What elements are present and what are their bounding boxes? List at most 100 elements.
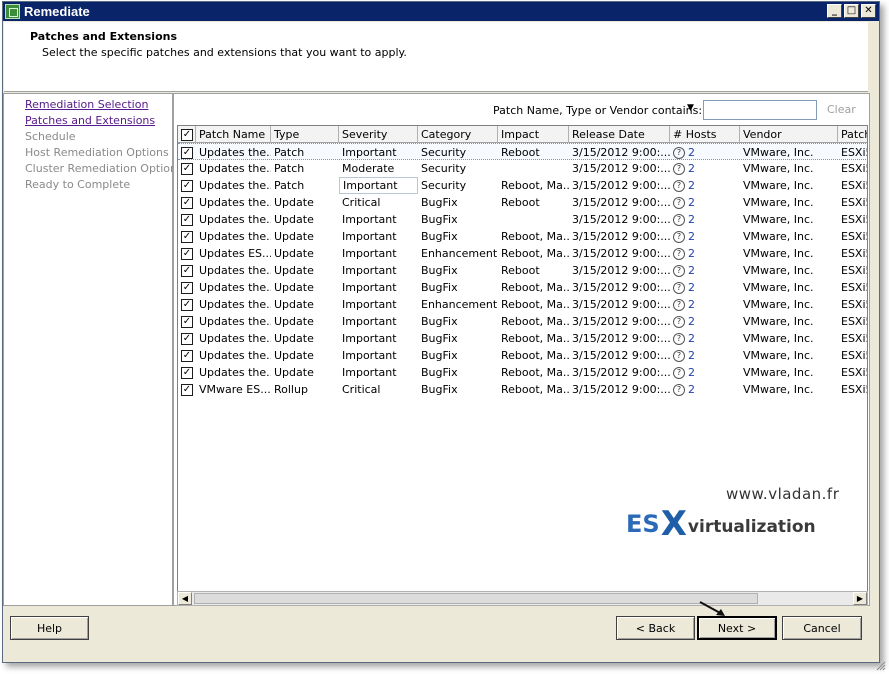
close-button[interactable]: ✕ <box>861 4 876 18</box>
column-header-hosts[interactable]: # Hosts <box>670 126 740 143</box>
row-checkbox-cell[interactable]: ✓ <box>178 296 196 313</box>
hosts-count[interactable]: 2 <box>688 196 695 209</box>
row-checkbox[interactable]: ✓ <box>181 247 193 260</box>
column-header-vendor[interactable]: Vendor <box>740 126 838 143</box>
row-checkbox[interactable]: ✓ <box>181 146 193 159</box>
hosts-count[interactable]: 2 <box>688 179 695 192</box>
scroll-left-icon[interactable]: ◀ <box>178 592 192 605</box>
row-checkbox[interactable]: ✓ <box>181 281 193 294</box>
page-subtitle: Select the specific patches and extensio… <box>42 46 407 59</box>
row-checkbox-cell[interactable]: ✓ <box>178 279 196 296</box>
clear-filter-link[interactable]: Clear <box>827 103 856 116</box>
table-row[interactable]: ✓ Updates ES... Update Important Enhancement… <box>178 245 867 262</box>
row-checkbox-cell[interactable]: ✓ <box>178 313 196 330</box>
column-header-category[interactable]: Category <box>418 126 498 143</box>
cell-release-date: 3/15/2012 9:00:... <box>572 332 670 345</box>
hosts-count[interactable]: 2 <box>688 146 695 159</box>
hosts-count[interactable]: 2 <box>688 213 695 226</box>
column-header-severity[interactable]: Severity <box>339 126 418 143</box>
row-checkbox-cell[interactable]: ✓ <box>178 211 196 228</box>
hosts-count[interactable]: 2 <box>688 349 695 362</box>
cell-patch-name: Updates the... <box>199 315 271 328</box>
row-checkbox[interactable]: ✓ <box>181 264 193 277</box>
hosts-count[interactable]: 2 <box>688 298 695 311</box>
cell-patch-name: Updates the... <box>199 264 271 277</box>
cell-impact: Reboot, Ma... <box>501 332 569 345</box>
table-row[interactable]: ✓ VMware ES... Rollup Critical BugFix Reboot,… <box>178 381 867 398</box>
nav-step-remediation-selection[interactable]: Remediation Selection <box>25 98 148 111</box>
column-header-type[interactable]: Type <box>271 126 339 143</box>
hosts-count[interactable]: 2 <box>688 366 695 379</box>
next-button[interactable]: Next > <box>697 616 777 640</box>
row-checkbox[interactable]: ✓ <box>181 315 193 328</box>
column-header-release-date[interactable]: Release Date <box>569 126 670 143</box>
row-checkbox-cell[interactable]: ✓ <box>178 330 196 347</box>
row-checkbox-cell[interactable]: ✓ <box>178 194 196 211</box>
help-button[interactable]: Help <box>10 616 89 640</box>
scroll-right-icon[interactable]: ▶ <box>853 592 867 605</box>
cell-hosts: ? 2 <box>670 228 740 245</box>
column-header-patch[interactable]: Patch <box>838 126 867 143</box>
row-checkbox-cell[interactable]: ✓ <box>178 262 196 279</box>
column-header-impact[interactable]: Impact <box>498 126 569 143</box>
row-checkbox-cell[interactable]: ✓ <box>178 228 196 245</box>
maximize-button[interactable]: □ <box>844 4 859 18</box>
row-checkbox[interactable]: ✓ <box>181 230 193 243</box>
table-row[interactable]: ✓ Updates the... Update Important BugFix Rebo… <box>178 313 867 330</box>
hosts-count[interactable]: 2 <box>688 247 695 260</box>
table-row[interactable]: ✓ Updates the... Patch Moderate Security 3/15… <box>178 160 867 177</box>
title-bar[interactable]: Remediate _ □ ✕ <box>3 2 879 21</box>
row-checkbox[interactable]: ✓ <box>181 162 193 175</box>
hosts-count[interactable]: 2 <box>688 264 695 277</box>
hosts-count[interactable]: 2 <box>688 281 695 294</box>
hosts-count[interactable]: 2 <box>688 332 695 345</box>
row-checkbox-cell[interactable]: ✓ <box>178 381 196 398</box>
row-checkbox-cell[interactable]: ✓ <box>178 144 196 161</box>
select-all-checkbox[interactable]: ✓ <box>181 128 193 141</box>
row-checkbox-cell[interactable]: ✓ <box>178 245 196 262</box>
hosts-count[interactable]: 2 <box>688 383 695 396</box>
row-checkbox-cell[interactable]: ✓ <box>178 364 196 381</box>
table-row[interactable]: ✓ Updates the... Update Important BugFix Rebo… <box>178 347 867 364</box>
row-checkbox[interactable]: ✓ <box>181 213 193 226</box>
table-row[interactable]: ✓ Updates the... Update Important BugFix 3/15… <box>178 211 867 228</box>
hosts-count[interactable]: 2 <box>688 230 695 243</box>
nav-step-patches-and-extensions[interactable]: Patches and Extensions <box>25 114 155 127</box>
column-header-patch-name[interactable]: Patch Name <box>196 126 271 143</box>
back-button[interactable]: < Back <box>616 616 695 640</box>
row-checkbox[interactable]: ✓ <box>181 332 193 345</box>
resize-grip-icon[interactable] <box>874 659 886 671</box>
row-checkbox[interactable]: ✓ <box>181 349 193 362</box>
cell-patch-name: Updates the... <box>199 332 271 345</box>
row-checkbox[interactable]: ✓ <box>181 383 193 396</box>
cell-type: Update <box>274 264 314 277</box>
table-row[interactable]: ✓ Updates the... Patch Important Security Reb… <box>178 143 867 161</box>
hosts-count[interactable]: 2 <box>688 315 695 328</box>
nav-step-ready-to-complete: Ready to Complete <box>25 178 131 191</box>
cell-vendor: VMware, Inc. <box>743 213 814 226</box>
table-row[interactable]: ✓ Updates the... Update Important BugFix Rebo… <box>178 262 867 279</box>
minimize-button[interactable]: _ <box>827 4 842 18</box>
table-row[interactable]: ✓ Updates the... Update Important BugFix Rebo… <box>178 228 867 245</box>
row-checkbox-cell[interactable]: ✓ <box>178 160 196 177</box>
filter-dropdown-icon[interactable]: ▼ <box>687 103 694 113</box>
table-row[interactable]: ✓ Updates the... Update Important Enhancemen… <box>178 296 867 313</box>
table-row[interactable]: ✓ Updates the... Update Important BugFix Rebo… <box>178 330 867 347</box>
cancel-button[interactable]: Cancel <box>782 616 862 640</box>
row-checkbox[interactable]: ✓ <box>181 179 193 192</box>
hosts-count[interactable]: 2 <box>688 162 695 175</box>
table-row[interactable]: ✓ Updates the... Update Important BugFix Rebo… <box>178 364 867 381</box>
table-row[interactable]: ✓ Updates the... Update Critical BugFix Reboo… <box>178 194 867 211</box>
row-checkbox[interactable]: ✓ <box>181 196 193 209</box>
horizontal-scrollbar[interactable]: ◀ ▶ <box>177 591 868 606</box>
table-row[interactable]: ✓ Updates the... Patch Important Security Reb… <box>178 177 867 194</box>
table-row[interactable]: ✓ Updates the... Update Important BugFix Rebo… <box>178 279 867 296</box>
row-checkbox[interactable]: ✓ <box>181 298 193 311</box>
select-all-checkbox-cell[interactable]: ✓ <box>178 126 196 143</box>
scroll-thumb[interactable] <box>194 593 758 604</box>
row-checkbox-cell[interactable]: ✓ <box>178 347 196 364</box>
filter-input[interactable] <box>703 100 817 120</box>
row-checkbox[interactable]: ✓ <box>181 366 193 379</box>
cell-release-date: 3/15/2012 9:00:... <box>572 247 670 260</box>
row-checkbox-cell[interactable]: ✓ <box>178 177 196 194</box>
